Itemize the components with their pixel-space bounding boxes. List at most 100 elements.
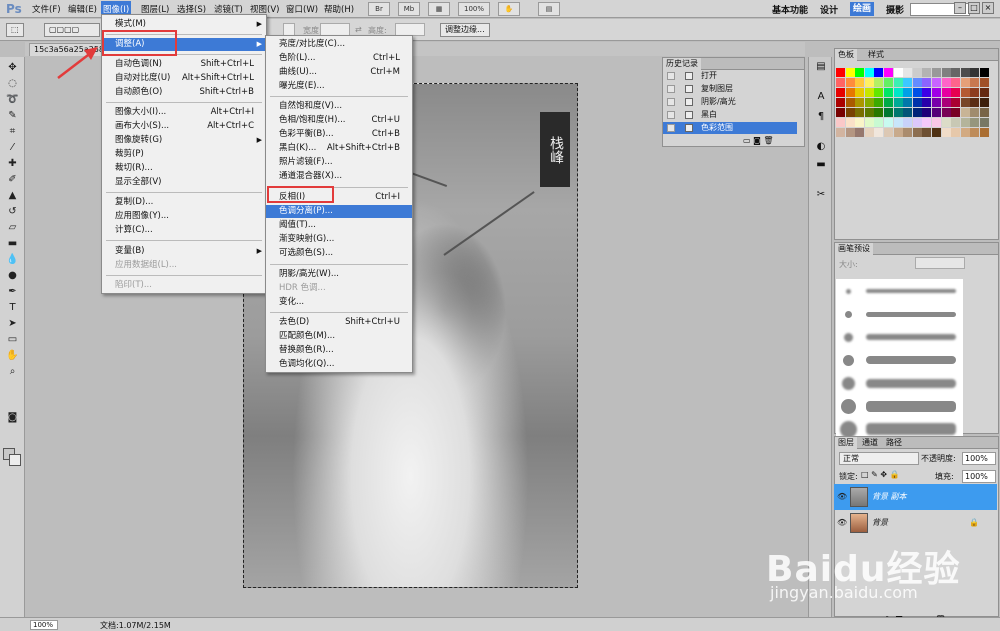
color-swatch[interactable] [941,98,951,107]
color-swatch[interactable] [980,68,989,77]
menu-item-levels[interactable]: 色阶(L)... Ctrl+L [266,52,412,65]
color-swatch[interactable] [960,108,970,117]
color-swatch[interactable] [874,68,884,77]
color-swatch[interactable] [960,118,970,127]
color-swatch[interactable] [980,88,989,97]
color-swatch[interactable] [980,108,989,117]
tab-layers[interactable]: 图层 [835,437,857,449]
pen-tool-icon[interactable]: ✒ [5,285,20,298]
color-swatch[interactable] [960,128,970,137]
color-swatch[interactable] [922,118,932,127]
checkbox[interactable] [667,85,675,93]
path-select-icon[interactable]: ➤ [5,317,20,330]
checkbox[interactable] [667,98,675,106]
minimize-button[interactable]: – [954,2,966,14]
menu-item-match-color[interactable]: 匹配颜色(M)... [266,330,412,343]
eyedropper-icon[interactable]: ⁄ [5,141,20,154]
dodge-tool-icon[interactable]: ● [5,269,20,282]
color-swatch[interactable] [922,68,932,77]
tab-paths[interactable]: 路径 [883,437,905,449]
menu-item-selective-color[interactable]: 可选颜色(S)... [266,247,412,260]
menu-item-desaturate[interactable]: 去色(D) Shift+Ctrl+U [266,316,412,329]
tab-history[interactable]: 历史记录 [663,58,701,70]
opacity-field[interactable]: 100% [962,452,996,465]
color-swatch[interactable] [874,98,884,107]
menu-item-canvas-size[interactable]: 画布大小(S)... Alt+Ctrl+C [102,120,266,133]
workspace-design[interactable]: 设计 [820,3,838,16]
color-swatch[interactable] [941,118,951,127]
color-swatch[interactable] [903,128,913,137]
color-swatch[interactable] [893,128,903,137]
color-swatch[interactable] [941,108,951,117]
brush-preset[interactable] [836,394,963,419]
history-footer-icons[interactable]: ▭ ◙ 🗑 [743,136,774,145]
hand-icon[interactable]: ✋ [498,2,520,16]
zoom-tool-icon[interactable]: ⌕ [5,365,20,378]
color-swatch[interactable] [912,108,922,117]
blend-mode-select[interactable]: 正常 [839,452,919,465]
color-swatch[interactable] [932,78,941,87]
blur-tool-icon[interactable]: 💧 [5,253,20,266]
color-swatch[interactable] [903,118,913,127]
color-swatch[interactable] [951,88,961,97]
color-swatch[interactable] [941,88,951,97]
fill-field[interactable]: 100% [962,470,996,483]
quick-select-icon[interactable]: ✎ [5,109,20,122]
swap-icon[interactable]: ⇄ [355,25,362,34]
quick-mask-icon[interactable]: ◙ [5,411,20,424]
shape-tool-icon[interactable]: ▭ [5,333,20,346]
lock-icons[interactable]: □ ✎ ✥ 🔒 [861,470,900,479]
history-item[interactable]: 打开 [663,70,797,82]
eye-icon[interactable]: 👁 [837,492,847,501]
color-swatch[interactable] [970,118,980,127]
color-swatch[interactable] [836,88,845,97]
healing-brush-icon[interactable]: ✚ [5,157,20,170]
menu-item-shadows-highlights[interactable]: 阴影/高光(W)... [266,268,412,281]
color-swatch[interactable] [903,98,913,107]
color-swatch[interactable] [893,68,903,77]
marquee-tool-icon[interactable]: ⬚ [6,23,24,37]
color-swatch[interactable] [855,128,865,137]
close-button[interactable]: × [982,2,994,14]
color-swatch[interactable] [912,78,922,87]
color-swatch[interactable] [932,98,941,107]
color-swatch[interactable] [912,68,922,77]
color-swatch[interactable] [922,98,932,107]
color-swatch[interactable] [864,128,874,137]
color-swatch[interactable] [893,118,903,127]
menu-item-auto-color[interactable]: 自动颜色(O) Shift+Ctrl+B [102,86,266,99]
color-swatch[interactable] [922,78,932,87]
color-swatch[interactable] [855,108,865,117]
color-swatch[interactable] [893,78,903,87]
color-swatch[interactable] [941,128,951,137]
color-swatch[interactable] [970,128,980,137]
color-swatch[interactable] [836,118,845,127]
workspace-painting[interactable]: 绘画 [850,2,875,16]
grid-icon[interactable]: ▦ [428,2,450,16]
brush-preset[interactable] [836,279,963,304]
menu-item-photo-filter[interactable]: 照片滤镜(F)... [266,156,412,169]
color-swatch[interactable] [836,128,845,137]
refine-edge-button[interactable]: 调整边缘... [440,23,490,37]
color-swatch[interactable] [903,78,913,87]
crop-tool-icon[interactable]: ⌗ [5,125,20,138]
color-swatch[interactable] [932,118,941,127]
menu-item-auto-contrast[interactable]: 自动对比度(U) Alt+Shift+Ctrl+L [102,72,266,85]
color-swatch[interactable] [893,88,903,97]
menu-item-threshold[interactable]: 阈值(T)... [266,219,412,232]
brush-preset[interactable] [836,371,963,396]
color-swatch[interactable] [855,118,865,127]
selection-mode-buttons[interactable]: ▢▢▢▢ [44,23,100,37]
brush-preset[interactable] [836,302,963,327]
menu-item-equalize[interactable]: 色调均化(Q)... [266,358,412,371]
color-swatch[interactable] [855,68,865,77]
color-swatch[interactable] [960,88,970,97]
color-swatch[interactable] [951,68,961,77]
color-swatch[interactable] [845,78,855,87]
color-swatch[interactable] [845,98,855,107]
color-swatch[interactable] [884,78,893,87]
color-swatch[interactable] [941,78,951,87]
arrange-icon[interactable]: ▤ [538,2,560,16]
color-swatch[interactable] [845,68,855,77]
menu-item-exposure[interactable]: 曝光度(E)... [266,80,412,93]
